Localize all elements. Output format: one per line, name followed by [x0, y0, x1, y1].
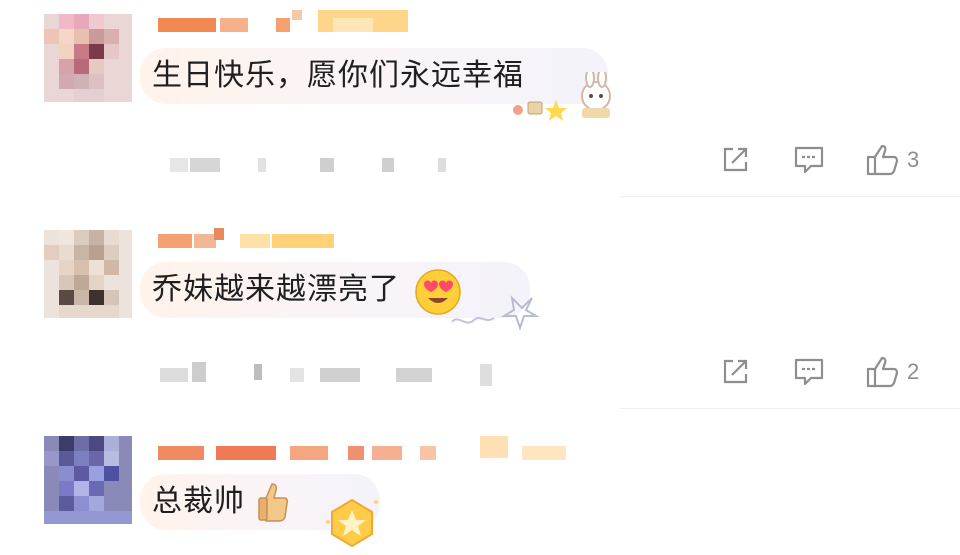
share-icon [723, 147, 748, 172]
share-button[interactable] [719, 140, 751, 180]
username[interactable] [158, 10, 418, 34]
comment-meta-blurred [160, 362, 500, 386]
bubble-sticker-decoration [513, 72, 611, 121]
avatar[interactable] [44, 436, 132, 524]
comment-button[interactable] [793, 352, 825, 392]
divider [620, 196, 960, 197]
share-icon [723, 359, 748, 384]
thumbs-up-icon [866, 144, 899, 176]
thumbs-up-emoji [258, 483, 289, 522]
avatar[interactable] [44, 230, 132, 318]
bubble-sticker-decoration [451, 295, 540, 332]
username[interactable] [158, 228, 358, 250]
comment-icon [794, 358, 824, 386]
comment-item: 乔妹越来越漂亮了 2 [0, 200, 960, 410]
avatar[interactable] [44, 14, 132, 102]
comment-actions: 3 [715, 140, 945, 180]
like-count: 3 [907, 147, 920, 172]
like-button[interactable]: 3 [865, 140, 919, 180]
share-button[interactable] [719, 352, 751, 392]
comment-text[interactable]: 乔妹越来越漂亮了 [152, 270, 400, 310]
like-count: 2 [907, 359, 920, 384]
comment-button[interactable] [793, 140, 825, 180]
comment-item: 总裁帅 [0, 410, 960, 555]
username[interactable] [158, 436, 578, 462]
comment-meta-blurred [170, 158, 470, 174]
divider [620, 408, 960, 409]
comment-item: 生日快乐，愿你们永远幸福 3 [0, 0, 960, 200]
comment-actions: 2 [715, 352, 945, 392]
comment-text[interactable]: 生日快乐，愿你们永远幸福 [152, 56, 524, 96]
comment-icon [794, 146, 824, 174]
badge-icon [326, 498, 378, 548]
comment-text[interactable]: 总裁帅 [152, 482, 245, 522]
thumbs-up-icon [866, 356, 899, 388]
like-button[interactable]: 2 [865, 352, 919, 392]
